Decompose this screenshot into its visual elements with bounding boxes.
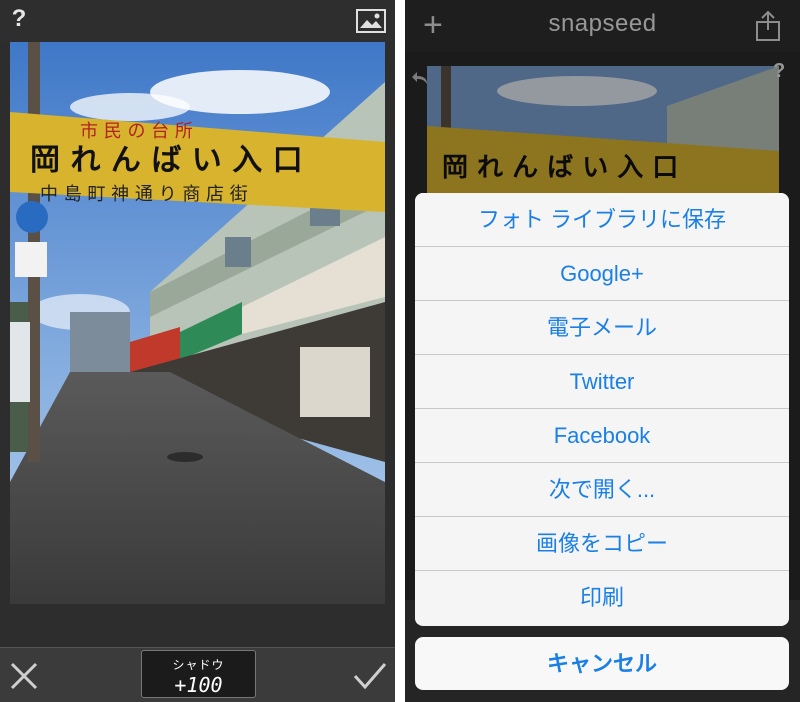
parameter-value: +100 — [174, 673, 223, 697]
street-photo: 市 民 の 台 所 岡 れ ん ば い 入 口 中 島 町 神 通 り 商 店 … — [10, 42, 385, 604]
checkmark-icon[interactable] — [352, 660, 388, 692]
image-icon[interactable] — [356, 9, 386, 33]
share-action-sheet: フォト ライブラリに保存 Google+ 電子メール Twitter Faceb… — [415, 193, 789, 626]
share-panel: + snapseed 岡 れ ん ば い 入 口 ? フォト ライブラリに保存 … — [405, 0, 800, 702]
help-icon[interactable]: ? — [6, 4, 32, 34]
menu-item-copy-image[interactable]: 画像をコピー — [415, 517, 789, 571]
menu-item-email[interactable]: 電子メール — [415, 301, 789, 355]
parameter-name: シャドウ — [172, 658, 225, 672]
close-icon[interactable] — [8, 660, 40, 692]
cancel-button[interactable]: キャンセル — [415, 637, 789, 690]
menu-item-open-in[interactable]: 次で開く... — [415, 463, 789, 517]
menu-item-facebook[interactable]: Facebook — [415, 409, 789, 463]
banner-main-text: 岡 れ ん ば い 入 口 — [30, 143, 303, 178]
editor-top-bar — [0, 0, 395, 42]
menu-item-google-plus[interactable]: Google+ — [415, 247, 789, 301]
parameter-display[interactable]: シャドウ +100 — [141, 650, 256, 698]
menu-item-save-to-library[interactable]: フォト ライブラリに保存 — [415, 193, 789, 247]
editor-panel: ? 市 民 の 台 所 岡 れ ん ば い 入 口 中 島 町 神 通 り 商 … — [0, 0, 395, 702]
menu-item-print[interactable]: 印刷 — [415, 571, 789, 624]
banner-top-text: 市 民 の 台 所 — [80, 121, 193, 142]
divider — [395, 0, 405, 702]
menu-item-twitter[interactable]: Twitter — [415, 355, 789, 409]
banner-sub-text: 中 島 町 神 通 り 商 店 街 — [40, 184, 248, 205]
